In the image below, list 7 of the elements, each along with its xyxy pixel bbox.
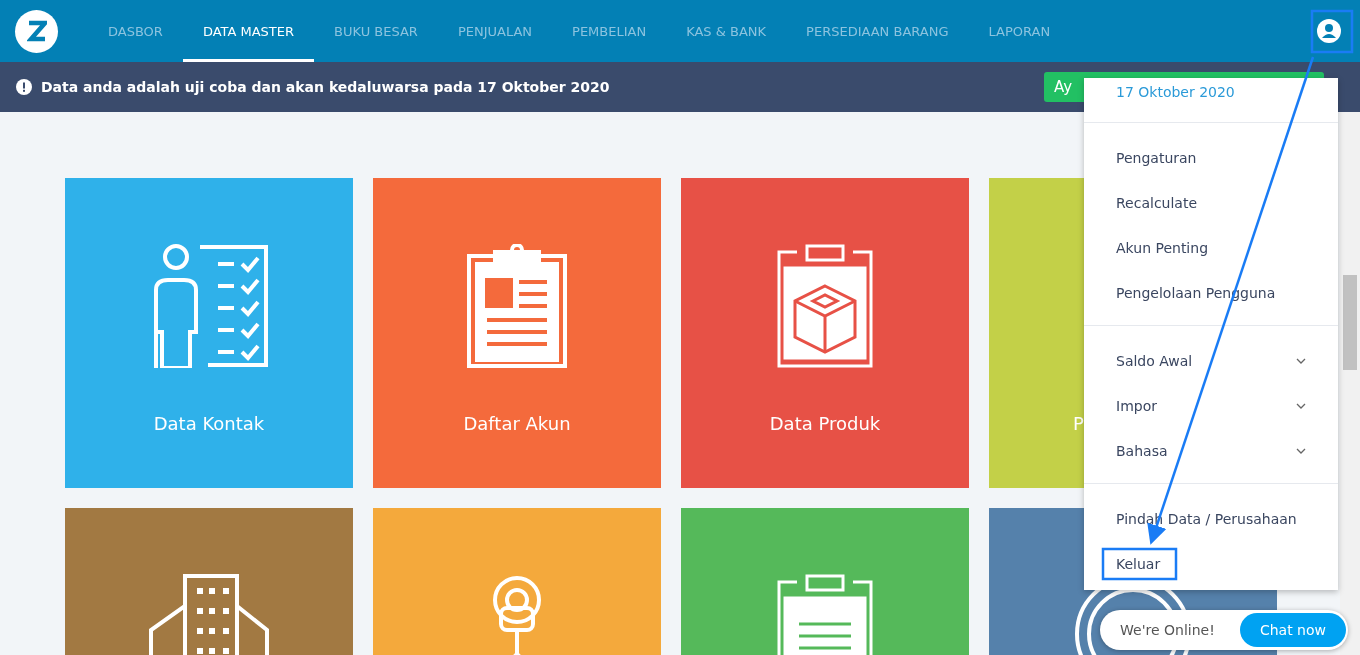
- tile-label: P: [1072, 413, 1084, 434]
- trial-message: Data anda adalah uji coba dan akan kedaluwarsa pada 17 Oktober 2020: [41, 79, 610, 95]
- expiry-date: 17 Oktober 2020: [1115, 83, 1236, 102]
- tile-label: Data Kontak: [153, 413, 265, 434]
- tile-label: Daftar Akun: [463, 413, 571, 434]
- chat-status: We're Online!: [1120, 622, 1215, 638]
- tile-label: Data Produk: [769, 413, 881, 434]
